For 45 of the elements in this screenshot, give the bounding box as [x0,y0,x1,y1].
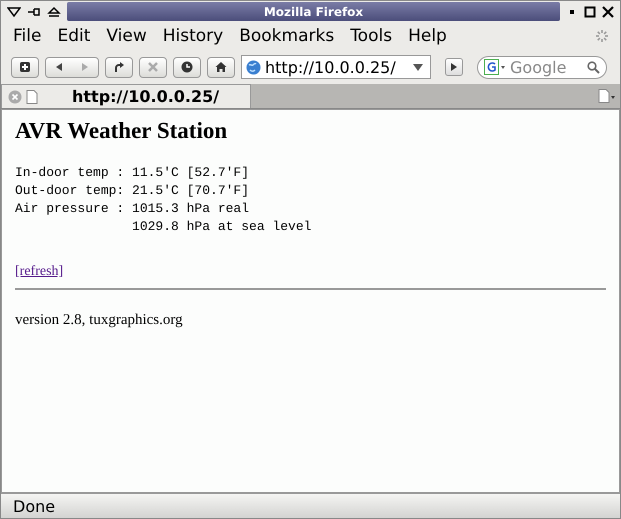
page-heading: AVR Weather Station [15,118,228,144]
address-field[interactable]: http://10.0.0.25/ [241,55,431,79]
throbber-icon [594,28,610,44]
window-title: Mozilla Firefox [67,2,560,21]
status-bar: Done [1,493,620,518]
globe-icon [246,60,261,74]
plus-icon [19,61,31,73]
menu-item[interactable]: Help [400,26,455,46]
clock-icon [181,61,193,73]
menu-item[interactable]: File [5,26,50,46]
close-icon[interactable] [602,6,614,18]
version-text: version 2.8, tuxgraphics.org [15,312,184,329]
left-triangle-icon [54,62,64,72]
tab[interactable]: http://10.0.0.25/ [1,84,251,108]
menu-arrow-icon[interactable] [7,6,21,18]
maximize-icon[interactable] [584,6,596,18]
curved-arrow-icon [113,61,125,73]
history-button[interactable] [173,56,201,78]
tab-list-icon[interactable] [598,89,616,103]
x-icon [147,61,159,73]
reading-line: Out-door temp: 21.5'C [70.7'F] [15,182,250,200]
menu-item[interactable]: View [98,26,155,46]
house-icon [215,61,227,73]
pin-icon[interactable] [27,6,41,18]
dropdown-icon[interactable] [412,62,424,72]
search-field[interactable]: Google [477,56,607,78]
right-triangle-icon [450,63,458,71]
menu-item[interactable]: Bookmarks [231,26,342,46]
menu-item[interactable]: History [154,26,232,46]
right-triangle-icon [80,62,90,72]
reload-button[interactable] [105,56,133,78]
reading-line: In-door temp : 11.5'C [52.7'F] [15,164,250,182]
go-button[interactable] [445,58,463,76]
shade-icon[interactable] [47,6,61,18]
stop-button[interactable] [139,56,167,78]
reading-line: Air pressure : 1015.3 hPa real [15,200,250,218]
reading-line: 1029.8 hPa at sea level [131,218,312,236]
new-tab-button[interactable] [11,56,39,78]
page-icon [26,90,38,104]
search-icon[interactable] [587,60,600,74]
menu-item[interactable]: Edit [49,26,98,46]
home-button[interactable] [207,56,235,78]
refresh-link[interactable]: [refresh] [15,264,64,280]
search-engine-icon[interactable] [484,59,506,75]
menu-item[interactable]: Tools [342,26,400,46]
